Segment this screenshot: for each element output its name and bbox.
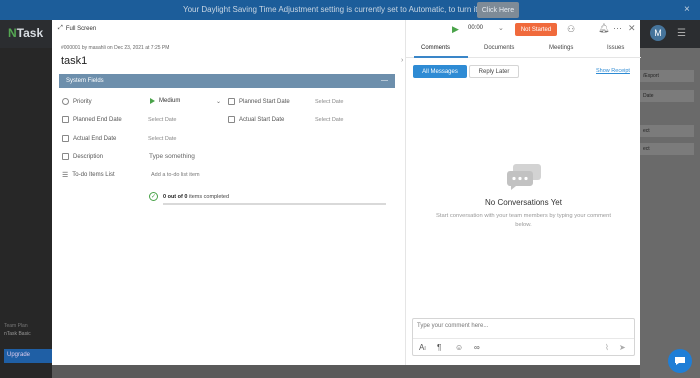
divider [413, 338, 634, 339]
document-icon [62, 153, 69, 160]
upgrade-button[interactable]: Upgrade [4, 349, 52, 363]
todo-input[interactable]: Add a to-do list item [151, 172, 200, 178]
priority-field-label: Priority [62, 98, 92, 105]
planned-end-date-picker[interactable]: Select Date [148, 117, 176, 123]
chat-support-button[interactable] [668, 349, 692, 373]
list-item[interactable]: ect [640, 143, 694, 155]
calendar-icon [228, 98, 235, 105]
reply-later-button[interactable]: Reply Later [469, 65, 519, 78]
plan-name: nTask Basic [4, 331, 31, 337]
actual-start-date-picker[interactable]: Select Date [315, 117, 343, 123]
task-meta: #000001 by masahli on Dec 23, 2021 at 7:… [61, 45, 170, 51]
tab-comments[interactable]: Comments [421, 45, 450, 51]
chevron-down-icon[interactable]: ⌄ [216, 98, 221, 105]
conversation-icon [507, 164, 541, 190]
task-details-modal: ⤢ Full Screen #000001 by masahli on Dec … [52, 20, 641, 365]
todo-field-label: ☰ To-do Items List [62, 172, 115, 179]
emoji-icon[interactable]: ☺ [455, 343, 463, 352]
list-icon: ☰ [62, 172, 69, 179]
date-column-header[interactable]: Date [640, 90, 694, 102]
actual-start-field-label: Actual Start Date [228, 116, 284, 123]
send-icon[interactable]: ➤ [619, 343, 626, 352]
task-details-pane: ⤢ Full Screen #000001 by masahli on Dec … [52, 20, 405, 365]
fullscreen-label: Full Screen [65, 25, 97, 32]
empty-state-subtitle: Start conversation with your team member… [436, 213, 611, 228]
paragraph-icon[interactable]: ¶ [437, 343, 441, 352]
all-messages-button[interactable]: All Messages [413, 65, 467, 78]
attachment-icon[interactable]: ⌇ [605, 343, 609, 352]
flag-icon [150, 98, 155, 104]
calendar-icon [62, 116, 69, 123]
active-tab-indicator [414, 56, 468, 58]
conversation-tabs: Comments Documents Meetings Issues [406, 40, 641, 58]
check-icon: ✓ [149, 192, 158, 201]
actual-end-date-picker[interactable]: Select Date [148, 136, 176, 142]
expand-icon: ⤢ [58, 25, 63, 31]
planned-start-date-picker[interactable]: Select Date [315, 99, 343, 105]
progress-text: 0 out of 0 items completed [163, 194, 230, 200]
collapse-icon[interactable]: — [381, 77, 388, 84]
conversation-pane: Comments Documents Meetings Issues All M… [405, 20, 641, 365]
planned-start-field-label: Planned Start Date [228, 98, 290, 105]
app-logo: NTask [8, 26, 44, 40]
tab-documents[interactable]: Documents [484, 45, 514, 51]
system-fields-header[interactable]: System Fields — [59, 74, 395, 88]
list-item[interactable]: ect [640, 125, 694, 137]
priority-dropdown[interactable]: Medium [150, 98, 180, 104]
progress-bar [163, 203, 386, 205]
actual-end-field-label: Actual End Date [62, 135, 116, 142]
chat-icon [675, 357, 685, 365]
empty-state-title: No Conversations Yet [485, 198, 562, 207]
description-input[interactable]: Type something [149, 153, 195, 160]
comment-composer: Type your comment here... AI ¶ ☺ ∞ ⌇ ➤ [412, 318, 635, 356]
calendar-icon [62, 135, 69, 142]
chevron-right-icon[interactable]: › [401, 57, 403, 64]
description-field-label: Description [62, 153, 103, 160]
system-fields-label: System Fields [66, 78, 104, 84]
comment-input[interactable]: Type your comment here... [417, 323, 488, 329]
text-format-icon[interactable]: AI [419, 343, 426, 352]
banner-click-here-button[interactable]: Click Here [477, 2, 519, 18]
menu-icon[interactable]: ☰ [677, 28, 686, 39]
banner-text: Your Daylight Saving Time Adjustment set… [183, 5, 489, 14]
task-title[interactable]: task1 [61, 55, 87, 67]
plan-label: Team Plan [4, 323, 28, 329]
priority-icon [62, 98, 69, 105]
avatar[interactable]: M [650, 25, 666, 41]
tab-issues[interactable]: Issues [607, 45, 624, 51]
show-receipt-link[interactable]: Show Receipt [596, 68, 630, 74]
calendar-icon [228, 116, 235, 123]
link-icon[interactable]: ∞ [474, 343, 480, 352]
banner-close-icon[interactable]: × [684, 4, 690, 15]
tab-meetings[interactable]: Meetings [549, 45, 573, 51]
priority-value: Medium [159, 98, 181, 104]
planned-end-field-label: Planned End Date [62, 116, 122, 123]
fullscreen-button[interactable]: ⤢ Full Screen [58, 25, 96, 32]
export-button[interactable]: /Export [640, 70, 694, 82]
